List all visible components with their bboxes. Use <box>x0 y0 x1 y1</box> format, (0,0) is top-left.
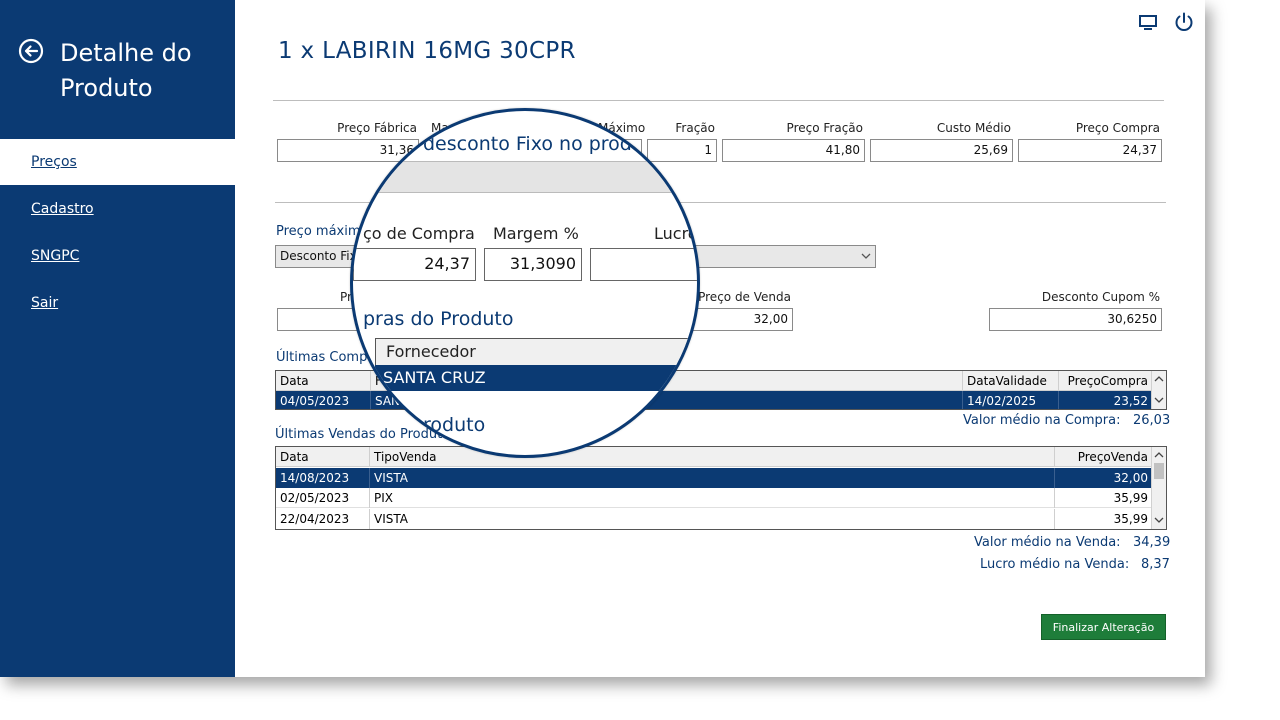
venda-avg-value: 34,39 <box>1133 535 1171 550</box>
magnified-produto-text: roduto <box>423 414 486 436</box>
preco-maximo-compra-label: Preço máxim <box>276 224 361 239</box>
chevron-down-icon[interactable] <box>1154 516 1164 524</box>
magnifier-overlay: desconto Fixo no produ ço de Compra Marg… <box>350 108 700 458</box>
divider <box>273 100 1164 101</box>
magnified-fornecedor-header: Fornecedor <box>386 342 476 361</box>
sidebar-item-cadastro[interactable]: Cadastro <box>0 186 235 232</box>
table-row[interactable]: 22/04/2023 VISTA 35,99 <box>276 509 1152 529</box>
magnified-desconto-text: desconto Fixo no produ <box>423 133 644 155</box>
scrollbar-thumb[interactable] <box>1154 463 1164 479</box>
preco-compra-label: Preço Compra <box>1075 121 1160 135</box>
cell-validade: 14/02/2025 <box>963 391 1059 409</box>
sidebar-header: Detalhe do Produto <box>0 0 235 138</box>
magnified-margem-label: Margem % <box>493 224 579 243</box>
sidebar-item-label: Preços <box>31 154 77 170</box>
sidebar: Detalhe do Produto Preços Cadastro SNGPC… <box>0 0 235 677</box>
compra-avg-label: Valor médio na Compra: <box>963 413 1121 428</box>
sidebar-title: Detalhe do Produto <box>60 39 192 102</box>
cell-tipo: VISTA <box>370 468 1055 488</box>
column-header[interactable]: Data <box>276 371 371 391</box>
chevron-up-icon[interactable] <box>1154 375 1164 383</box>
preco-fabrica-field[interactable]: 31,36 <box>277 139 419 162</box>
magnified-compra-field: 24,37 <box>353 248 476 281</box>
cell-preco: 23,52 <box>1113 394 1148 408</box>
power-icon[interactable] <box>1173 11 1195 33</box>
magnified-lucro-label: Lucro <box>654 224 698 243</box>
preco-fabrica-label: Preço Fábrica <box>337 121 417 135</box>
magnified-margem-field: 31,3090 <box>484 248 582 281</box>
column-header[interactable]: Data <box>276 447 370 467</box>
magnified-compras-title: pras do Produto <box>363 308 514 330</box>
cell-data: 14/08/2023 <box>276 468 370 488</box>
cell-tipo: PIX <box>370 488 1055 508</box>
magnified-header: Fornecedor <box>375 338 697 365</box>
column-header[interactable]: PreçoCompra <box>1059 371 1152 391</box>
magnified-selected-row: SANTA CRUZ <box>375 365 697 391</box>
ultimas-compras-title: Últimas Compr <box>276 350 373 365</box>
cell-preco: 35,99 <box>1113 491 1148 505</box>
table-row[interactable]: 02/05/2023 PIX 35,99 <box>276 488 1152 508</box>
chevron-down-icon <box>861 253 871 259</box>
top-icons <box>1138 10 1198 34</box>
sidebar-item-sair[interactable]: Sair <box>0 280 235 326</box>
column-header[interactable]: PreçoVenda <box>1055 447 1152 467</box>
sidebar-item-label: Sair <box>31 295 59 311</box>
preco-compra-field[interactable]: 24,37 <box>1018 139 1162 162</box>
cell-preco: 35,99 <box>1113 512 1148 526</box>
lucro-avg-value: 8,37 <box>1141 557 1170 572</box>
scrollbar[interactable] <box>1151 371 1166 409</box>
cell-data: 04/05/2023 <box>276 391 371 409</box>
magnified-compra-label: ço de Compra <box>363 224 475 243</box>
desconto-cupom-field[interactable]: 30,6250 <box>989 308 1162 331</box>
custo-medio-label: Custo Médio <box>936 121 1011 135</box>
sidebar-item-label: SNGPC <box>31 248 80 264</box>
monitor-icon[interactable] <box>1138 14 1160 32</box>
venda-avg-label: Valor médio na Venda: <box>974 535 1121 550</box>
lucro-avg-label: Lucro médio na Venda: <box>980 557 1130 572</box>
back-arrow-icon[interactable] <box>18 38 44 64</box>
preco-venda-label: Preço de Venda <box>698 290 791 304</box>
preco-fracao-field[interactable]: 41,80 <box>722 139 865 162</box>
sidebar-item-label: Cadastro <box>31 201 94 217</box>
compra-avg-value: 26,03 <box>1133 413 1171 428</box>
table-row[interactable]: 14/08/2023 VISTA 32,00 <box>276 468 1152 488</box>
scrollbar[interactable] <box>1151 447 1166 529</box>
fracao-field[interactable]: 1 <box>647 139 717 162</box>
cell-data: 22/04/2023 <box>276 509 370 529</box>
vendas-table[interactable]: Data TipoVenda PreçoVenda 14/08/2023 VIS… <box>275 446 1167 530</box>
app-window: Detalhe do Produto Preços Cadastro SNGPC… <box>0 0 1205 677</box>
magnified-select <box>353 161 697 193</box>
preco-venda-field[interactable]: 32,00 <box>692 308 793 331</box>
magnified-lucro-field <box>590 248 697 281</box>
chevron-up-icon[interactable] <box>1154 451 1164 459</box>
table-header: Data TipoVenda PreçoVenda <box>276 447 1152 467</box>
preco-fracao-label: Preço Fração <box>786 121 863 135</box>
page-title: 1 x LABIRIN 16MG 30CPR <box>278 38 576 64</box>
chevron-down-icon[interactable] <box>1154 396 1164 404</box>
column-header[interactable]: DataValidade <box>963 371 1059 391</box>
finalizar-alteracao-button[interactable]: Finalizar Alteração <box>1041 614 1166 640</box>
sidebar-item-precos[interactable]: Preços <box>0 139 235 185</box>
fracao-label: Fração <box>675 121 715 135</box>
cell-tipo: VISTA <box>370 509 1055 529</box>
magnified-fornecedor-value: SANTA CRUZ <box>383 368 486 387</box>
custo-medio-field[interactable]: 25,69 <box>870 139 1013 162</box>
sidebar-item-sngpc[interactable]: SNGPC <box>0 233 235 279</box>
cell-preco: 32,00 <box>1113 471 1148 485</box>
lucro-select[interactable] <box>690 245 876 268</box>
cell-data: 02/05/2023 <box>276 488 370 508</box>
desconto-cupom-label: Desconto Cupom % <box>1041 290 1160 304</box>
